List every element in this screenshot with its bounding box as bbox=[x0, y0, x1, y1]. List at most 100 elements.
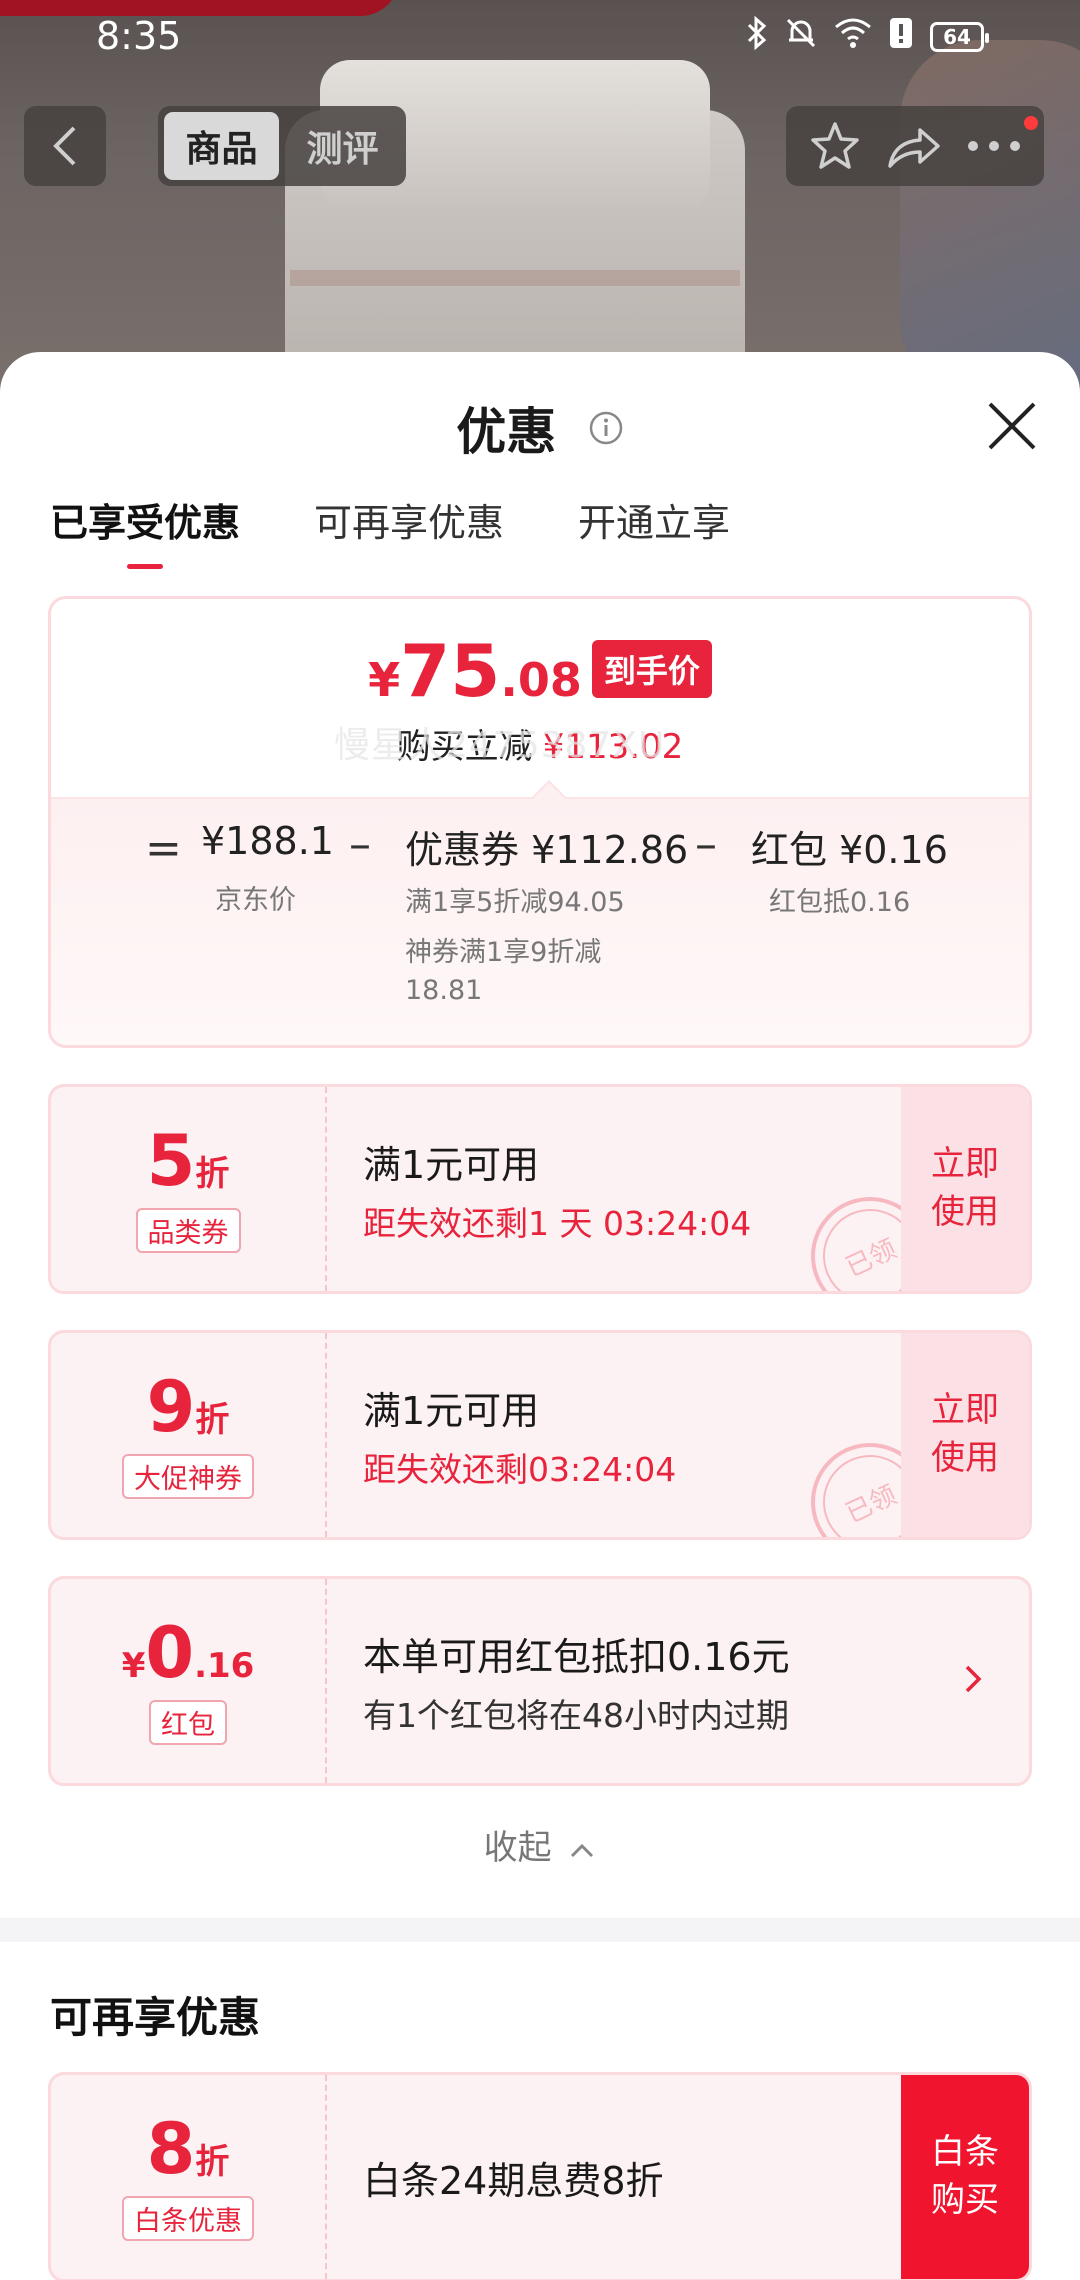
jd-price-label: 京东价 bbox=[215, 885, 296, 916]
use-now-button[interactable]: 立即 使用 bbox=[901, 1333, 1029, 1537]
equals-sign: = bbox=[145, 823, 182, 874]
coupon-divider bbox=[325, 1087, 327, 1291]
coupon-value-unit: 折 bbox=[195, 1399, 230, 1440]
use-now-button[interactable]: 立即 使用 bbox=[901, 1087, 1029, 1291]
coupon-divider bbox=[325, 1333, 327, 1537]
coupon-condition: 满1元可用 bbox=[363, 1142, 540, 1187]
coupon-card: 9折 大促神券 满1元可用 距失效还剩03:24:04 已领 立即 使用 bbox=[48, 1330, 1032, 1540]
coupon-condition: 满1元可用 bbox=[363, 1388, 540, 1433]
final-price: ¥75.08 到手价 bbox=[51, 629, 1029, 713]
coupon-detail-2: 神券满1享9折减 bbox=[405, 937, 602, 968]
red-packet-integer: 0 bbox=[145, 1611, 195, 1694]
sheet-header: 优惠 bbox=[0, 392, 1080, 464]
sim-alert-icon bbox=[888, 16, 914, 58]
coupon-detail-1: 满1享5折减94.05 bbox=[405, 887, 625, 918]
collapse-button[interactable]: 收起 bbox=[0, 1820, 1080, 1869]
baitiao-coupon-card: 8折 白条优惠 白条24期息费8折 白条 购买 bbox=[48, 2072, 1032, 2280]
collapse-label: 收起 bbox=[483, 1828, 552, 1868]
price-currency: ¥ bbox=[368, 653, 401, 707]
coupon-expiry-countdown: 距失效还剩03:24:04 bbox=[363, 1449, 677, 1489]
coupon-value-number: 8 bbox=[146, 2107, 196, 2190]
coupon-detail-3: 18.81 bbox=[405, 975, 483, 1006]
product-model-figure bbox=[900, 40, 1080, 400]
coupon-divider bbox=[325, 1579, 327, 1783]
redpacket-detail: 红包抵0.16 bbox=[769, 887, 911, 918]
tab-review[interactable]: 测评 bbox=[285, 112, 400, 180]
red-packet-deduction: 本单可用红包抵扣0.16元 bbox=[363, 1634, 790, 1679]
coupon-info: 白条24期息费8折 bbox=[363, 2075, 664, 2279]
red-packet-value-block: ¥0.16 红包 bbox=[51, 1579, 325, 1783]
coupon-info: 满1元可用 距失效还剩1 天 03:24:04 bbox=[363, 1087, 751, 1291]
product-band bbox=[290, 270, 740, 286]
watermark: 慢星人2475387XU bbox=[334, 725, 666, 766]
redpacket-total: 红包 ¥0.16 bbox=[751, 828, 948, 872]
share-icon[interactable] bbox=[886, 122, 942, 170]
coupon-value-number: 9 bbox=[146, 1365, 196, 1448]
discount-tabs: 已享受优惠 可再享优惠 开通立享 bbox=[50, 492, 730, 569]
coupon-condition: 白条24期息费8折 bbox=[363, 2158, 664, 2203]
tab-product[interactable]: 商品 bbox=[164, 112, 279, 180]
back-button[interactable] bbox=[24, 106, 106, 186]
coupon-value-block: 5折 品类券 bbox=[51, 1087, 325, 1291]
discount-sheet: 优惠 已享受优惠 可再享优惠 开通立享 ¥75.08 到手价 购买立减 ¥113.0… bbox=[0, 352, 1080, 2280]
baitiao-buy-label: 白条 购买 bbox=[931, 2132, 999, 2220]
red-packet-currency: ¥ bbox=[121, 1645, 146, 1686]
product-review-switch: 商品 测评 bbox=[158, 106, 406, 186]
coupon-value: 8折 bbox=[147, 2114, 230, 2184]
coupon-info: 满1元可用 距失效还剩03:24:04 bbox=[363, 1333, 676, 1537]
coupon-value-block: 8折 白条优惠 bbox=[51, 2075, 325, 2279]
tab-more-available[interactable]: 可再享优惠 bbox=[314, 492, 504, 569]
baitiao-buy-button[interactable]: 白条 购买 bbox=[901, 2075, 1029, 2279]
use-now-label: 立即 使用 bbox=[931, 1144, 999, 1232]
red-packet-info: 本单可用红包抵扣0.16元 有1个红包将在48小时内过期 bbox=[363, 1579, 790, 1783]
coupon-value: 9折 bbox=[147, 1372, 230, 1442]
bell-muted-icon bbox=[784, 16, 818, 58]
coupon-value-unit: 折 bbox=[195, 2141, 230, 2182]
price-summary-card: ¥75.08 到手价 购买立减 ¥113.02 = ¥188.1 京东价 – 优惠券… bbox=[48, 596, 1032, 1048]
tab-enjoyed[interactable]: 已享受优惠 bbox=[50, 492, 240, 569]
price-integer: 75 bbox=[400, 629, 501, 713]
sheet-title: 优惠 bbox=[456, 403, 557, 461]
coupon-divider bbox=[325, 2075, 327, 2279]
top-actions bbox=[786, 106, 1044, 186]
coupon-type-badge: 品类券 bbox=[135, 1207, 241, 1253]
tab-subscribe[interactable]: 开通立享 bbox=[578, 492, 730, 569]
status-time: 8:35 bbox=[96, 14, 182, 58]
status-bar: 8:35 64 bbox=[0, 0, 1080, 72]
more-offers-title: 可再享优惠 bbox=[50, 1993, 261, 2042]
coupon-card: 5折 品类券 满1元可用 距失效还剩1 天 03:24:04 已领 立即 使用 bbox=[48, 1084, 1032, 1294]
price-calculation: = ¥188.1 京东价 – 优惠券 ¥112.86 满1享5折减94.05 神… bbox=[51, 813, 1029, 1013]
coupon-value: 5折 bbox=[147, 1126, 230, 1196]
status-icons: 64 bbox=[746, 15, 989, 58]
minus-sign: – bbox=[695, 819, 717, 870]
coupon-expiry-countdown: 距失效还剩1 天 03:24:04 bbox=[363, 1203, 752, 1243]
coupon-value-unit: 折 bbox=[195, 1153, 230, 1194]
coupon-value-number: 5 bbox=[146, 1119, 196, 1202]
use-now-label: 立即 使用 bbox=[931, 1390, 999, 1478]
section-divider bbox=[0, 1918, 1080, 1942]
chevron-up-icon bbox=[571, 1843, 594, 1857]
chevron-right-icon bbox=[965, 1665, 982, 1693]
coupon-type-badge: 白条优惠 bbox=[122, 2195, 254, 2241]
red-packet-decimal: .16 bbox=[194, 1645, 255, 1686]
chevron-left-icon bbox=[53, 126, 76, 166]
wifi-icon bbox=[834, 17, 872, 57]
battery-icon: 64 bbox=[930, 22, 989, 52]
red-packet-badge: 红包 bbox=[149, 1699, 227, 1745]
info-icon[interactable] bbox=[588, 410, 624, 446]
red-packet-value: ¥0.16 bbox=[122, 1618, 255, 1688]
coupon-total: 优惠券 ¥112.86 bbox=[405, 828, 689, 872]
coupon-type-badge: 大促神券 bbox=[122, 1453, 254, 1499]
red-packet-expiry-note: 有1个红包将在48小时内过期 bbox=[363, 1695, 789, 1735]
minus-sign: – bbox=[349, 819, 371, 870]
coupon-value-block: 9折 大促神券 bbox=[51, 1333, 325, 1537]
notification-dot bbox=[1024, 116, 1038, 130]
more-icon[interactable] bbox=[966, 139, 1022, 153]
star-icon[interactable] bbox=[808, 120, 862, 172]
jd-price-value: ¥188.1 bbox=[201, 819, 334, 863]
bluetooth-icon bbox=[746, 15, 768, 58]
red-packet-card[interactable]: ¥0.16 红包 本单可用红包抵扣0.16元 有1个红包将在48小时内过期 bbox=[48, 1576, 1032, 1786]
final-price-badge: 到手价 bbox=[591, 640, 712, 698]
close-icon[interactable] bbox=[984, 398, 1040, 454]
price-decimal: .08 bbox=[500, 653, 582, 707]
